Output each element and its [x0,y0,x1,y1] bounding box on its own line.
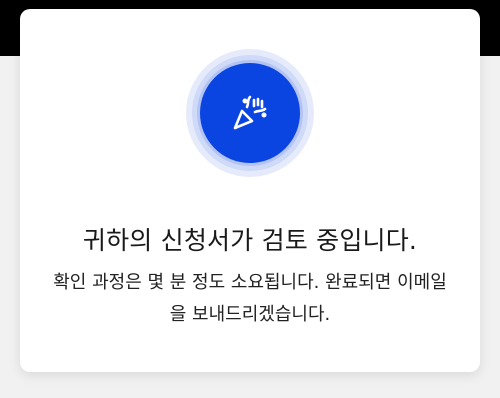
application-review-dialog: 귀하의 신청서가 검토 중입니다. 확인 과정은 몇 분 정도 소요됩니다. 완… [20,9,480,372]
dialog-description: 확인 과정은 몇 분 정도 소요됩니다. 완료되면 이메일을 보내드리겠습니다. [53,272,447,325]
party-popper-icon [200,63,300,163]
dialog-title: 귀하의 신청서가 검토 중입니다. [82,226,418,255]
